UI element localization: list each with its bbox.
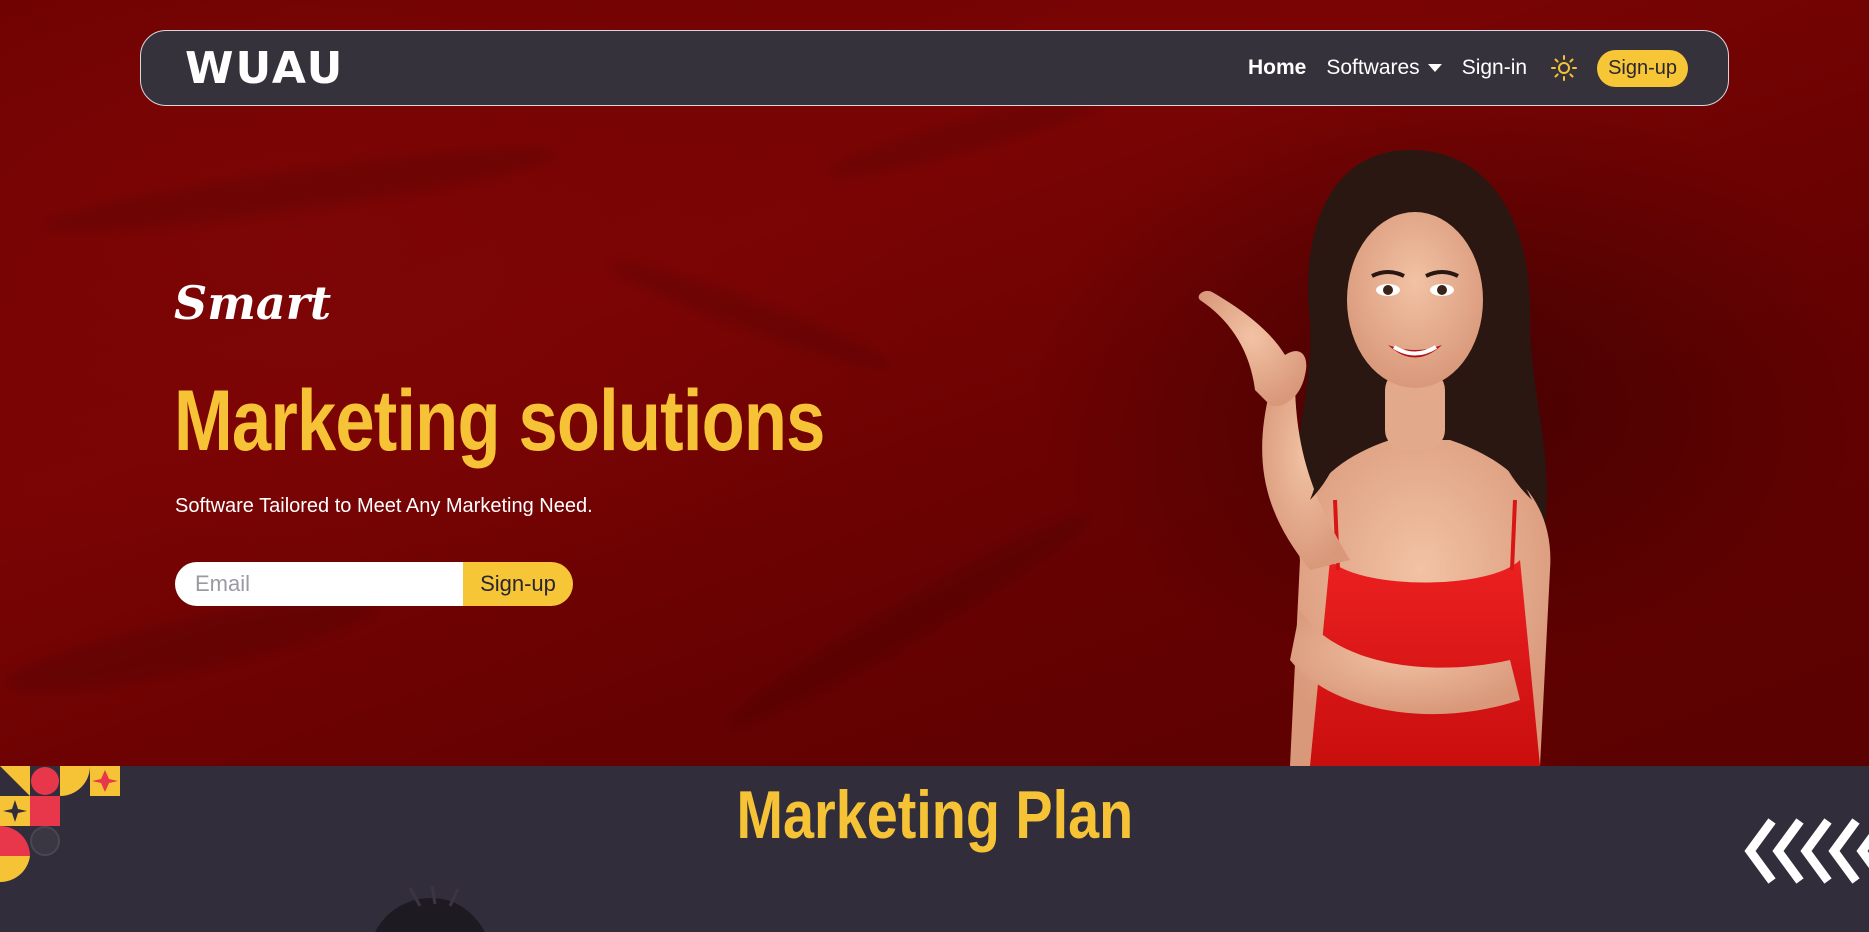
hero-kicker: Smart [174, 276, 332, 330]
nav-signin-link[interactable]: Sign-in [1462, 56, 1527, 80]
hero-signup-button[interactable]: Sign-up [463, 562, 573, 606]
nav-links: Home Softwares Sign-in Sign-up [1228, 48, 1688, 88]
nav-home-link[interactable]: Home [1248, 56, 1306, 80]
top-navbar: WUAU Home Softwares Sign-in Sign-up [140, 30, 1729, 106]
brand-logo[interactable]: WUAU [185, 43, 344, 94]
sun-icon[interactable] [1551, 55, 1578, 81]
chevrons-left-icon [1744, 818, 1869, 884]
section-title-text: Marketing Plan [736, 777, 1133, 853]
email-input[interactable] [175, 562, 463, 606]
chevron-down-icon [1427, 64, 1442, 73]
hero-subtitle: Software Tailored to Meet Any Marketing … [175, 495, 593, 517]
section-title: Marketing Plan [0, 776, 1869, 854]
nav-softwares-dropdown[interactable]: Softwares [1326, 56, 1442, 80]
partial-image-decoration [375, 886, 485, 932]
nav-signup-button[interactable]: Sign-up [1597, 49, 1688, 87]
marketing-plan-section: Marketing Plan [0, 766, 1869, 932]
nav-softwares-label: Softwares [1326, 56, 1420, 79]
signup-form: Sign-up [175, 562, 573, 606]
hero-model-image [1198, 150, 1551, 766]
hero-headline: Marketing solutions [174, 373, 825, 469]
